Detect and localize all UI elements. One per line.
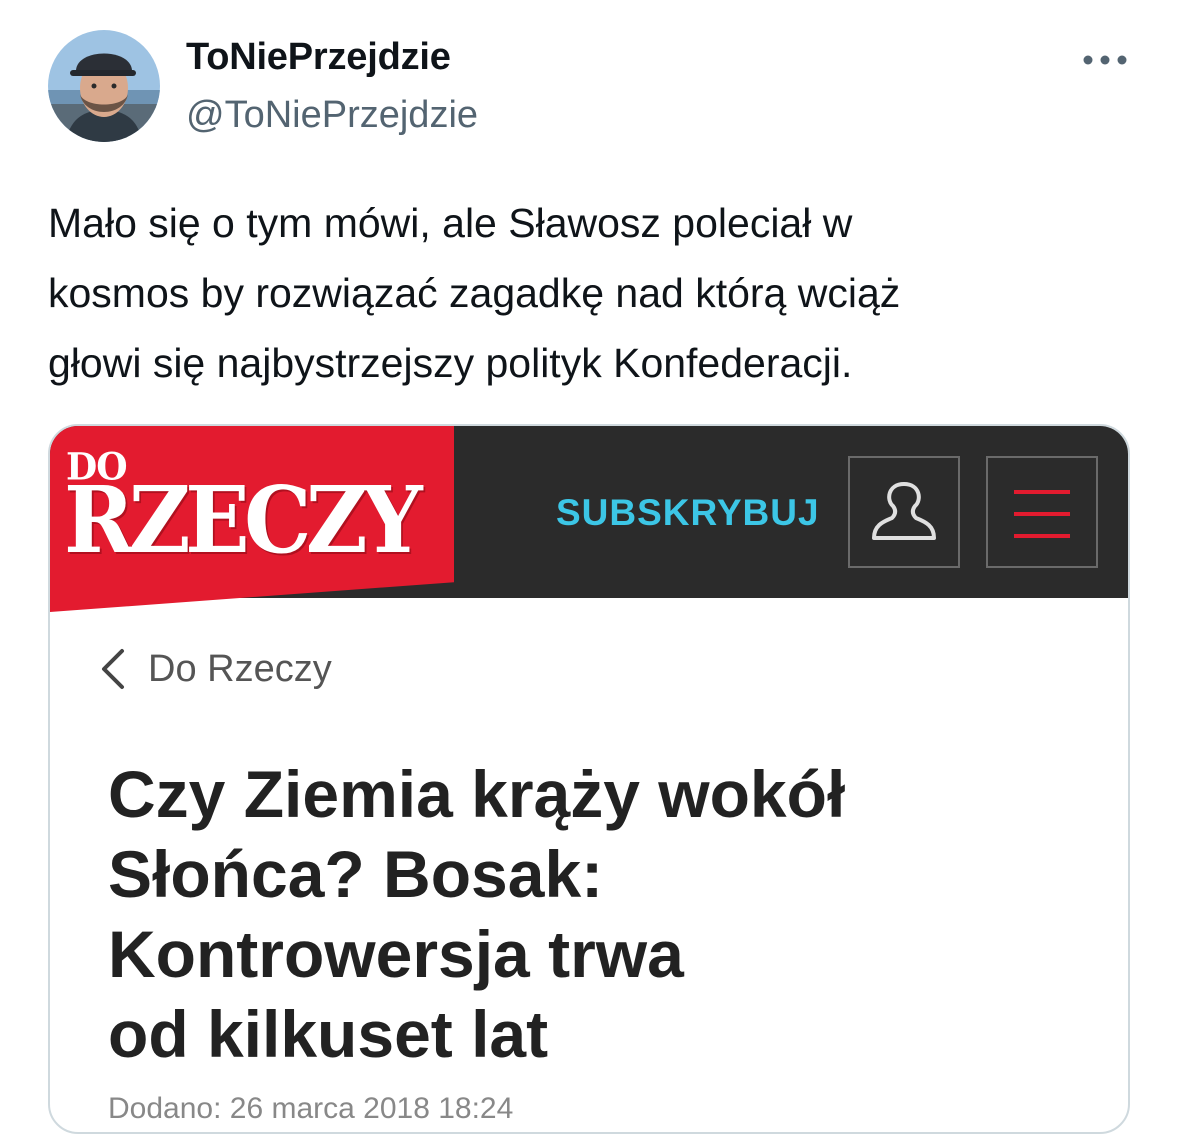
headline-line: Słońca? Bosak:	[108, 837, 604, 911]
tweet-text-line: kosmos by rozwiązać zagadkę nad którą wc…	[48, 270, 901, 316]
logo-big-text: RZECZY	[64, 466, 423, 574]
article-date: Dodano: 26 marca 2018 18:24	[108, 1092, 514, 1125]
avatar[interactable]	[48, 30, 160, 142]
user-handle[interactable]: @ToNiePrzejdzie	[186, 94, 478, 137]
headline-line: Kontrowersja trwa	[108, 917, 684, 991]
chevron-left-icon	[102, 649, 124, 689]
more-horizontal-icon[interactable]	[1080, 52, 1132, 68]
headline-line: Czy Ziemia krąży wokół	[108, 757, 846, 831]
user-icon	[872, 482, 936, 540]
article-headline[interactable]: Czy Ziemia krąży wokół Słońca? Bosak: Ko…	[108, 754, 1058, 1074]
hamburger-menu-icon	[1014, 490, 1070, 538]
embedded-screenshot[interactable]: DO RZECZY SUBSKRYBUJ Do Rzeczy Czy Ziemi…	[48, 424, 1130, 1134]
menu-button[interactable]	[986, 456, 1098, 568]
account-button[interactable]	[848, 456, 960, 568]
headline-line: od kilkuset lat	[108, 997, 549, 1071]
breadcrumb-label: Do Rzeczy	[148, 647, 332, 690]
site-header: DO RZECZY SUBSKRYBUJ	[50, 426, 1128, 612]
breadcrumb-back[interactable]: Do Rzeczy	[100, 644, 332, 694]
tweet-text: Mało się o tym mówi, ale Sławosz polecia…	[48, 188, 1138, 398]
site-logo[interactable]: DO RZECZY	[50, 426, 454, 612]
tweet-text-line: głowi się najbystrzejszy polityk Konfede…	[48, 340, 853, 386]
tweet-text-line: Mało się o tym mówi, ale Sławosz polecia…	[48, 200, 853, 246]
subscribe-link[interactable]: SUBSKRYBUJ	[556, 492, 820, 534]
display-name[interactable]: ToNiePrzejdzie	[186, 36, 451, 79]
